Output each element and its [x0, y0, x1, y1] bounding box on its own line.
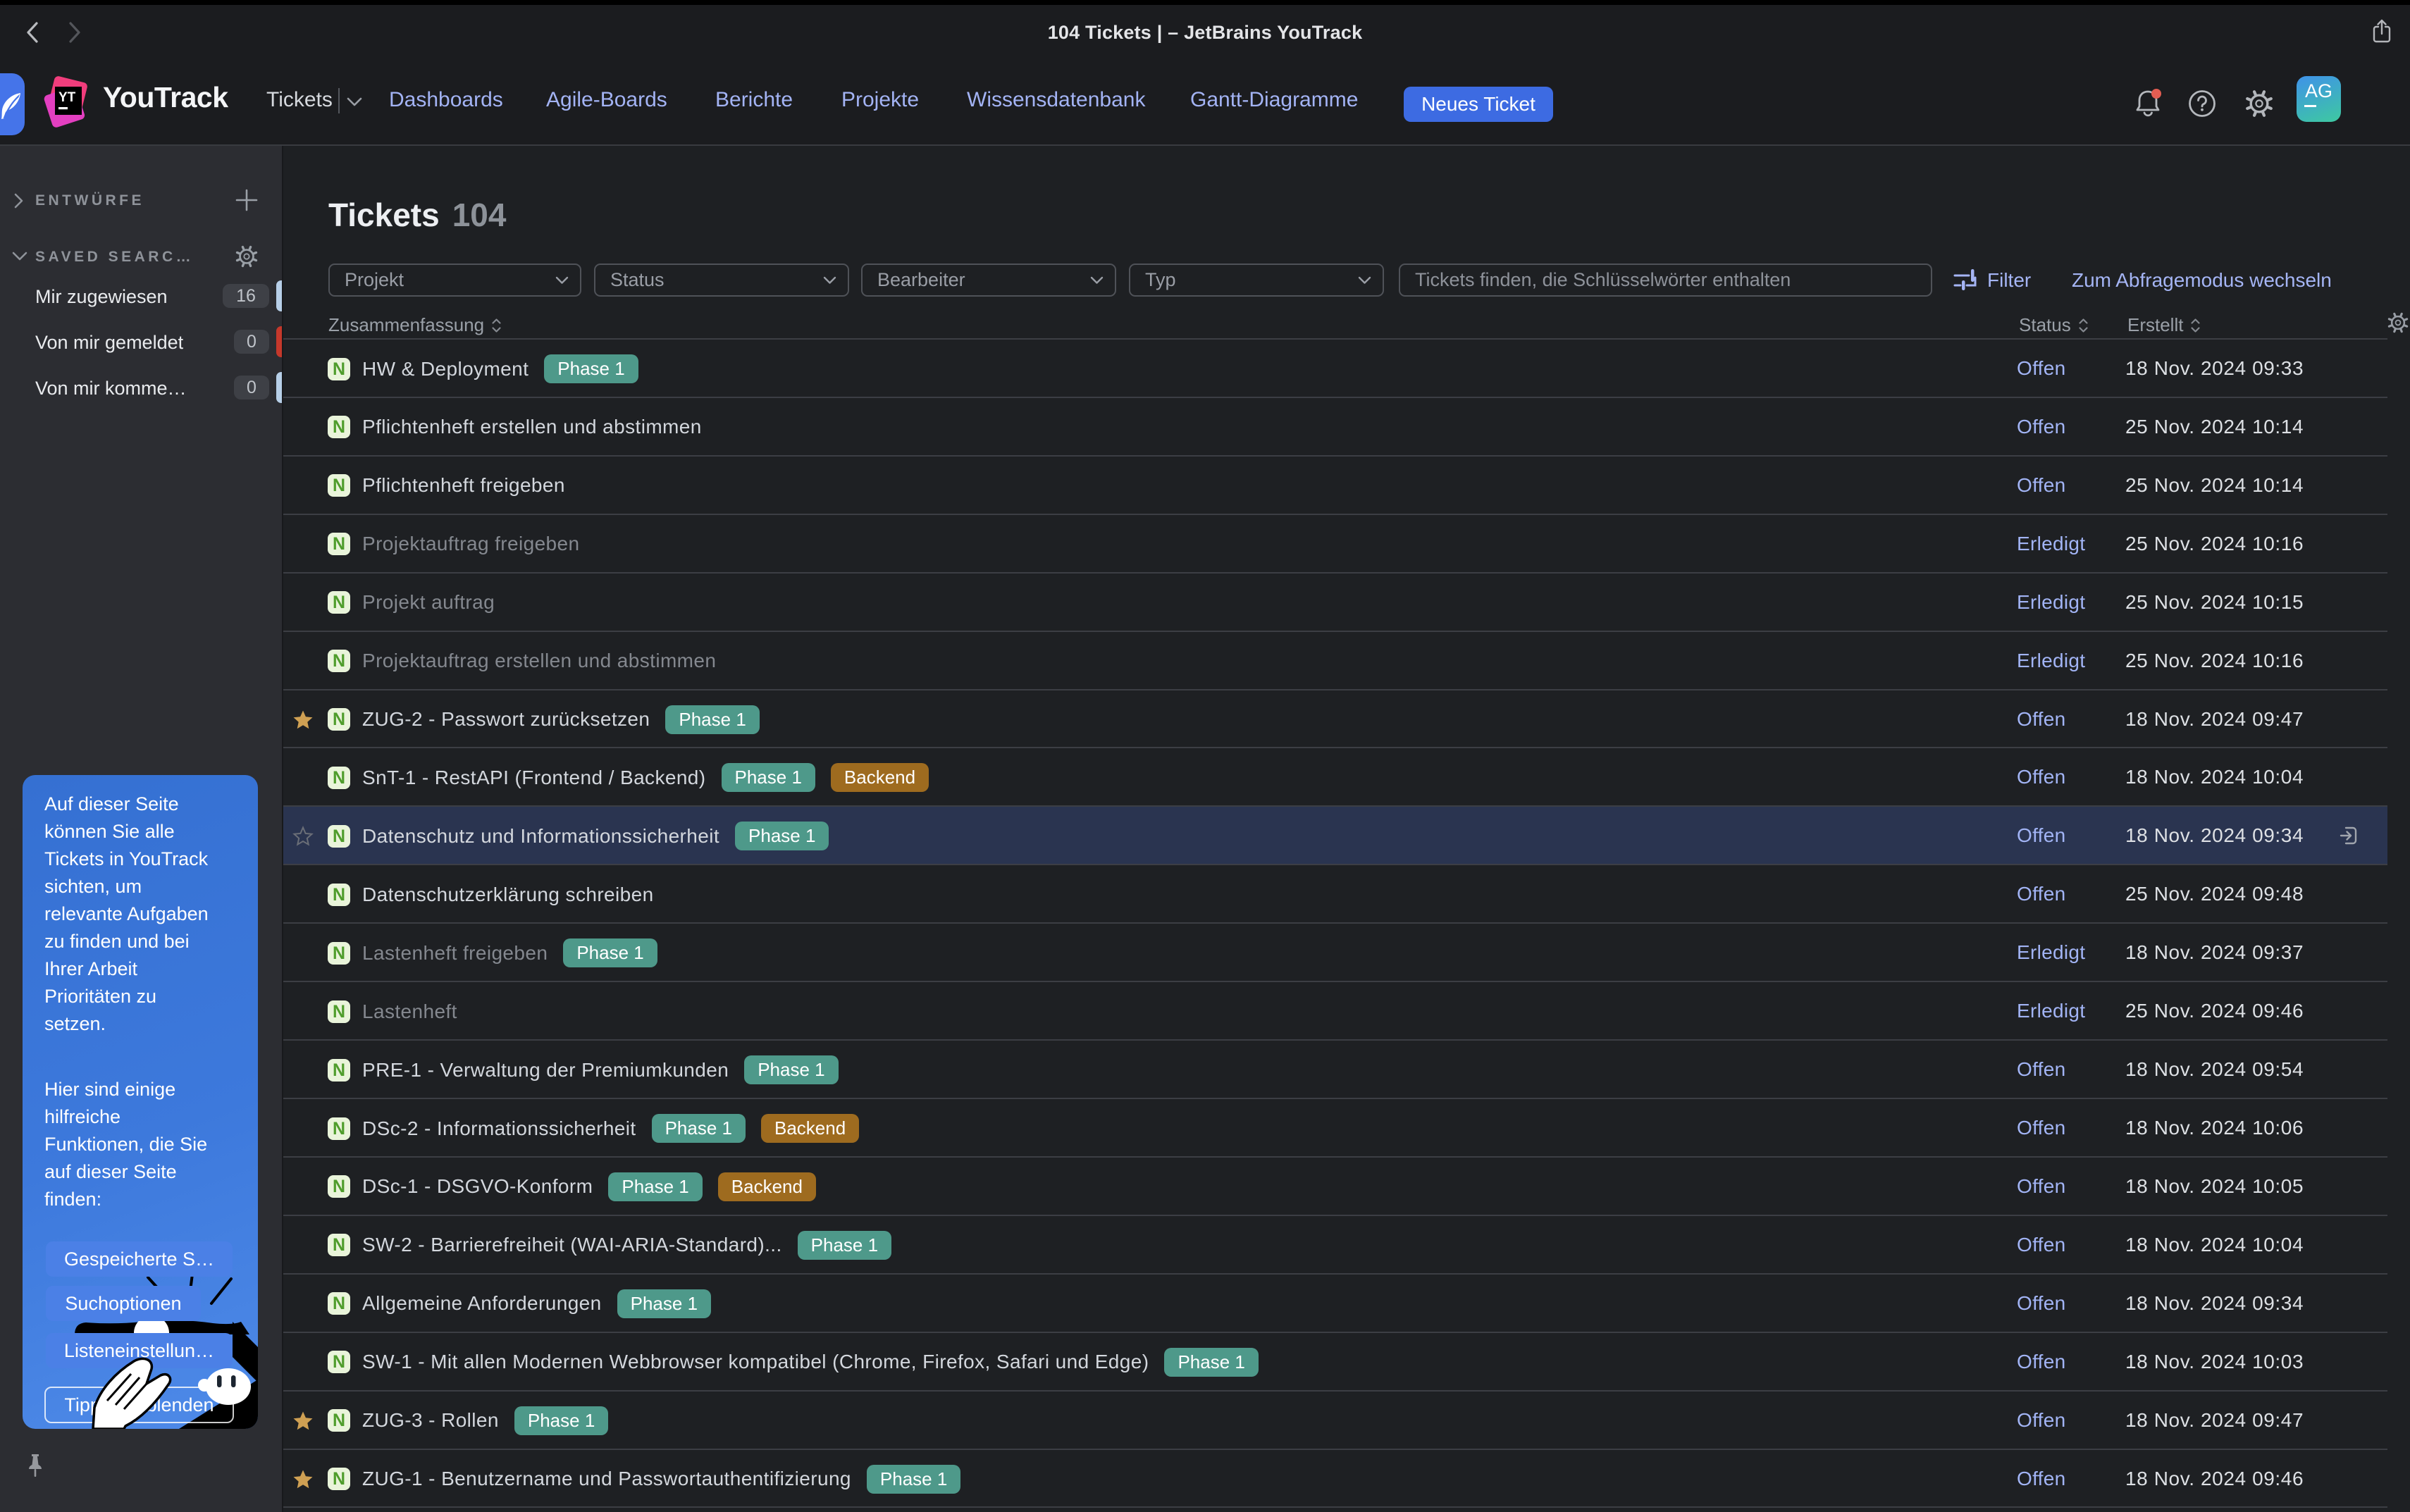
svg-text:YT: YT — [58, 90, 76, 105]
